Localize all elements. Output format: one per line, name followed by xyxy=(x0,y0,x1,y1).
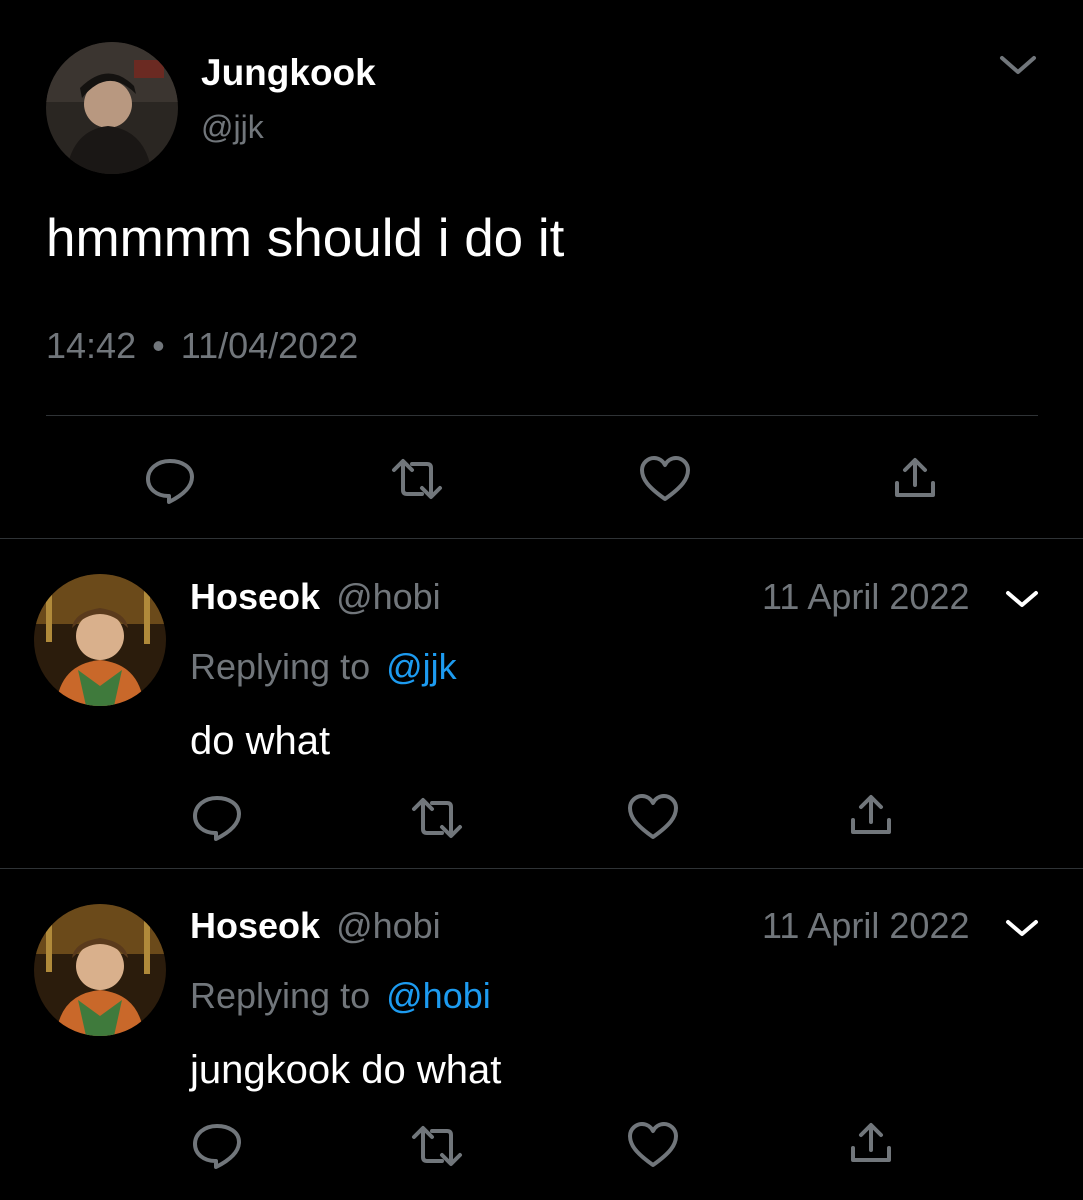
tweet-timestamp: 14:42 • 11/04/2022 xyxy=(46,325,358,367)
divider xyxy=(46,415,1038,416)
like-icon[interactable] xyxy=(626,793,680,841)
reply-text: jungkook do what xyxy=(190,1048,502,1092)
author-name[interactable]: Jungkook xyxy=(201,52,376,94)
divider xyxy=(0,868,1083,869)
chevron-down-icon[interactable] xyxy=(1002,913,1042,943)
replying-to: Replying to @hobi xyxy=(190,975,491,1017)
like-icon[interactable] xyxy=(638,455,692,503)
chevron-down-icon[interactable] xyxy=(996,48,1040,82)
retweet-icon[interactable] xyxy=(390,456,444,502)
reply-date[interactable]: 11 April 2022 xyxy=(762,576,970,618)
tweet-text: hmmmm should i do it xyxy=(46,209,565,268)
avatar-hoseok[interactable] xyxy=(34,574,166,706)
reply-header: Hoseok @hobi xyxy=(190,905,441,947)
author-name[interactable]: Hoseok xyxy=(190,905,320,946)
share-icon[interactable] xyxy=(892,455,938,501)
replying-to-handle[interactable]: @jjk xyxy=(386,646,457,687)
author-name[interactable]: Hoseok xyxy=(190,576,320,617)
reply-date[interactable]: 11 April 2022 xyxy=(762,905,970,947)
avatar-jungkook[interactable] xyxy=(46,42,178,174)
author-handle[interactable]: @hobi xyxy=(336,905,441,946)
replying-to-handle[interactable]: @hobi xyxy=(386,975,491,1016)
share-icon[interactable] xyxy=(848,1120,894,1166)
author-handle[interactable]: @jjk xyxy=(201,108,264,146)
chevron-down-icon[interactable] xyxy=(1002,584,1042,614)
tweet-date: 11/04/2022 xyxy=(180,325,359,366)
replying-to-label: Replying to xyxy=(190,975,371,1016)
tweet-time: 14:42 xyxy=(46,325,137,366)
like-icon[interactable] xyxy=(626,1121,680,1169)
share-icon[interactable] xyxy=(848,792,894,838)
reply-header: Hoseok @hobi xyxy=(190,576,441,618)
timestamp-separator: • xyxy=(152,325,165,366)
reply-icon[interactable] xyxy=(190,792,244,842)
retweet-icon[interactable] xyxy=(410,1123,464,1169)
reply-text: do what xyxy=(190,719,331,763)
replying-to-label: Replying to xyxy=(190,646,371,687)
reply-icon[interactable] xyxy=(143,455,197,505)
divider xyxy=(0,538,1083,539)
retweet-icon[interactable] xyxy=(410,795,464,841)
reply-icon[interactable] xyxy=(190,1120,244,1170)
author-handle[interactable]: @hobi xyxy=(336,576,441,617)
replying-to: Replying to @jjk xyxy=(190,646,457,688)
avatar-hoseok[interactable] xyxy=(34,904,166,1036)
